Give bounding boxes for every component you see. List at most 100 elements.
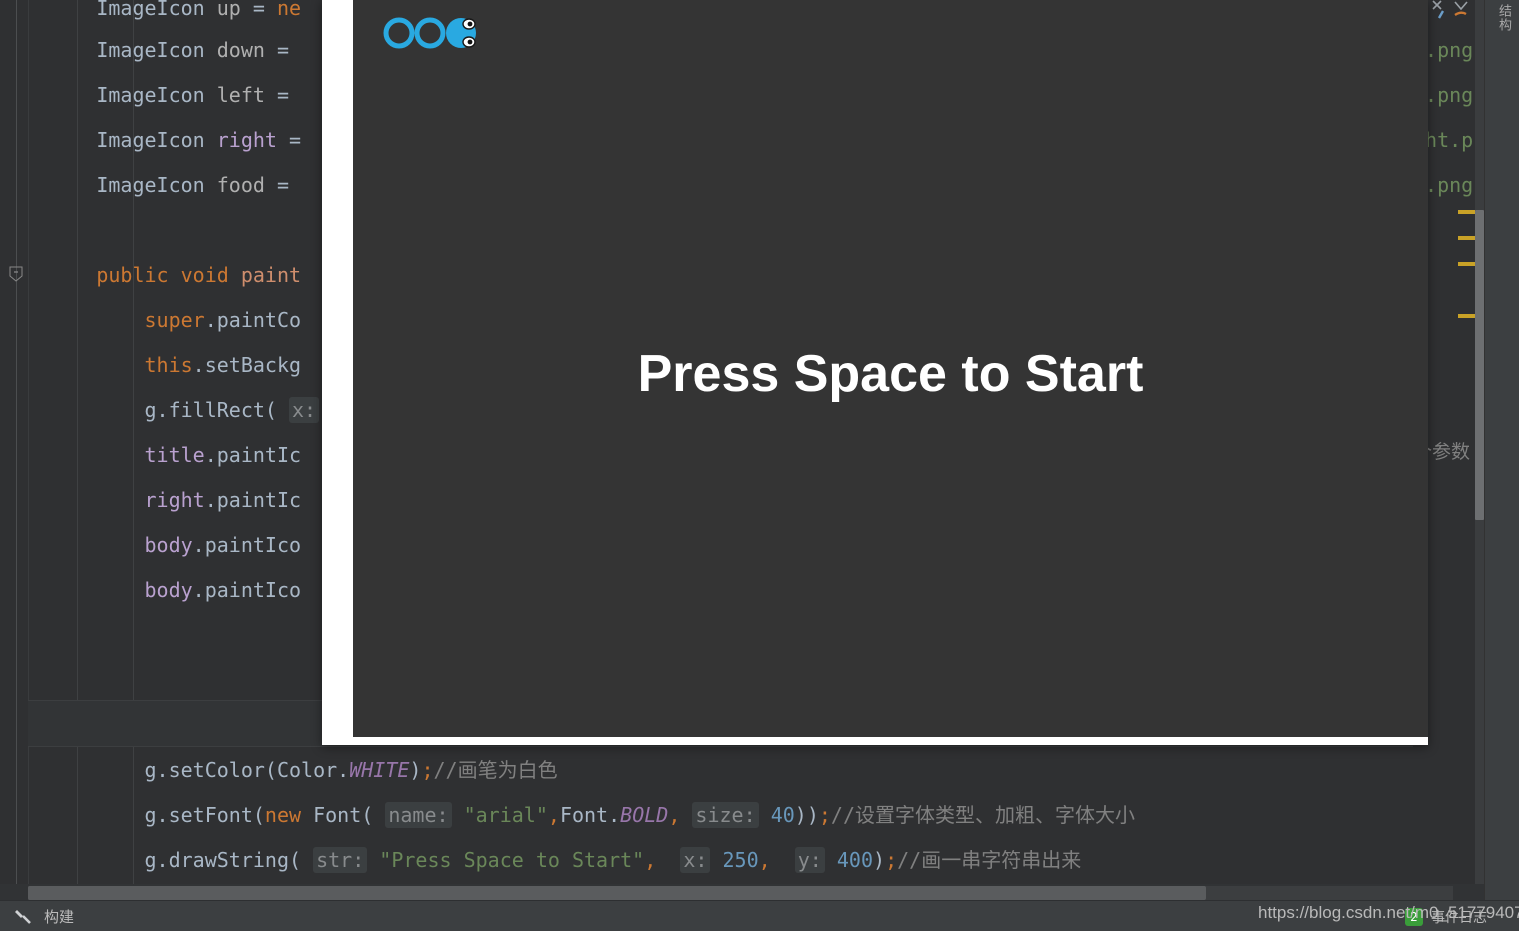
code-line[interactable]: ImageIcon food = [0,163,301,208]
horizontal-scrollbar-thumb[interactable] [28,886,1206,900]
code-token: y: [794,847,825,873]
code-token: x: [288,397,320,423]
code-token: body [0,578,193,602]
code-line[interactable]: g.setColor(Color.WHITE);//画笔为白色 [0,748,558,793]
code-token: "arial" [463,803,548,827]
vertical-scrollbar-thumb[interactable] [1475,210,1484,520]
code-token: str: [313,847,368,873]
code-token: //画一串字符串出来 [897,848,1082,872]
code-line[interactable]: ImageIcon down = [0,28,301,73]
code-line[interactable]: public void paint [0,253,301,298]
status-build-label: 构建 [44,907,75,926]
code-token: right [216,128,277,152]
code-token: ImageIcon [0,173,217,197]
code-token: , [644,848,657,872]
code-line[interactable]: ImageIcon right = [0,118,301,163]
error-stripe-mark[interactable] [1458,262,1475,266]
code-token: ) [873,848,886,872]
code-token: name: [385,802,452,828]
error-stripe-mark[interactable] [1458,210,1475,214]
code-token: //画笔为白色 [433,758,558,782]
code-line[interactable]: ImageIcon up = ne [0,0,301,31]
code-token: size: [692,802,759,828]
status-build-item[interactable]: 构建 [14,905,74,927]
code-token: g.setColor(Color. [0,758,350,782]
error-stripe-mark[interactable] [1458,236,1475,240]
press-space-to-start-text: Press Space to Start [637,345,1144,403]
code-token: WHITE [349,758,410,782]
tool-tab-structure[interactable]: 结构 [1494,4,1513,32]
code-token: BOLD [620,803,669,827]
code-token: ; [885,848,898,872]
code-token: .paintIco [192,578,302,602]
code-token: = [264,173,302,197]
code-token: title [0,443,205,467]
code-token: = [276,128,302,152]
code-token: .paintIco [192,533,302,557]
code-line[interactable]: title.paintIc [0,433,301,478]
code-token: g.drawString( [0,848,314,872]
code-token: = [264,83,302,107]
code-token: Font. [559,803,621,827]
code-token: 40 [770,803,795,827]
code-token: this [0,353,193,377]
hammer-icon [14,905,36,927]
code-token: , [668,803,681,827]
code-token: ; [421,758,434,782]
watermark-url: https://blog.csdn.net/m0_51779407 [1258,903,1519,922]
code-line[interactable]: body.paintIco [0,568,301,613]
code-line[interactable]: super.paintCo [0,298,301,343]
right-tool-window-bar[interactable]: 结构 [1484,0,1519,931]
code-token: right [0,488,205,512]
code-token: "Press Space to Start" [379,848,645,872]
code-token: .paintCo [204,308,302,332]
code-token: x: [680,847,711,873]
code-token: 250 [722,848,759,872]
code-token: ImageIcon [0,83,217,107]
code-token: .paintIc [204,443,302,467]
code-token: left [216,83,265,107]
code-token: ImageIcon [0,38,217,62]
code-line[interactable]: this.setBackg [0,343,301,388]
code-token: g.setFont( [0,803,265,827]
game-window[interactable]: Press Space to Start [322,0,1428,745]
code-token: //设置字体类型、加粗、字体大小 [830,803,1136,827]
code-token: food [216,173,265,197]
code-line[interactable]: ImageIcon left = [0,73,301,118]
code-token: down [216,38,265,62]
code-token: )) [794,803,819,827]
code-line[interactable]: body.paintIco [0,523,301,568]
code-token: , [758,848,771,872]
code-token: ImageIcon [0,0,217,20]
code-token: ) [409,758,422,782]
code-token: ImageIcon [0,128,217,152]
code-token: up [216,0,241,20]
code-token: body [0,533,193,557]
code-token: public void [0,263,241,287]
code-token: g.fillRect( [0,398,289,422]
screen: ImageIcon up = ne ImageIcon down = Image… [0,0,1519,931]
code-token: new [264,803,314,827]
code-token: ne [276,0,302,20]
code-line[interactable]: g.fillRect( x: [0,388,320,433]
code-token: 400 [836,848,874,872]
code-line[interactable]: g.drawString( str: "Press Space to Start… [0,838,1081,883]
code-token: .setBackg [192,353,302,377]
code-token: = [264,38,302,62]
code-line[interactable]: g.setFont(new Font( name: "arial",Font.B… [0,793,1135,838]
code-line[interactable]: right.paintIc [0,478,301,523]
game-canvas[interactable]: Press Space to Start [353,0,1428,737]
snake-icon [383,17,476,49]
error-stripe-mark[interactable] [1458,314,1475,318]
code-token: ; [818,803,831,827]
code-token: .paintIc [204,488,302,512]
code-token: paint [240,263,302,287]
snake-sprite [383,12,483,54]
